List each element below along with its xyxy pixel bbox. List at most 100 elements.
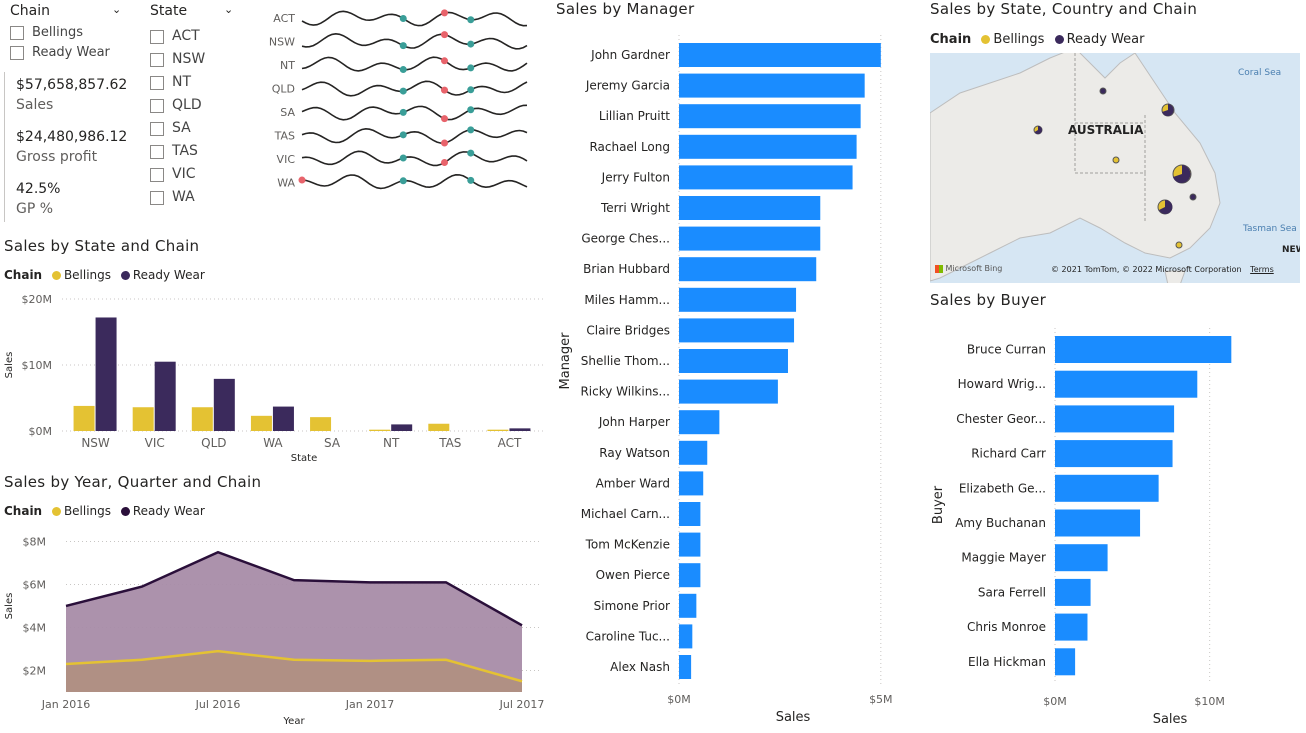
category-label: Howard Wrig... <box>958 377 1046 391</box>
map-coral-sea: Coral Sea <box>1238 68 1282 78</box>
quarter-chain-chart: $8M $6M $4M $2M Jan 2016 Jul 2016 Jan 2017 Jul … <box>4 535 544 727</box>
bar <box>1055 370 1198 398</box>
category-label: Brian Hubbard <box>583 262 670 276</box>
x-tick-label: NSW <box>81 436 110 450</box>
bar <box>1055 648 1076 676</box>
checkbox[interactable] <box>150 144 164 159</box>
map-pie-act <box>1189 193 1197 201</box>
x-tick-label: Jan 2017 <box>345 698 394 711</box>
checkbox[interactable] <box>10 45 24 60</box>
bar <box>1055 405 1175 433</box>
slicer-item-ready-wear[interactable]: Ready Wear <box>10 43 130 63</box>
sparkline <box>301 10 528 27</box>
slicer-item-qld[interactable]: QLD <box>150 94 250 117</box>
sparkline-low-marker <box>441 115 448 123</box>
sparkline <box>301 150 528 167</box>
legend-bellings: Bellings <box>993 32 1045 47</box>
slicer-item-label: NT <box>172 74 192 90</box>
checkbox[interactable] <box>150 75 164 90</box>
buyer-title: Sales by Buyer <box>930 291 1047 309</box>
checkbox[interactable] <box>150 121 164 136</box>
category-label: Ella Hickman <box>968 655 1046 669</box>
kpi-gp-label: Gross profit <box>16 149 98 165</box>
category-label: John Gardner <box>590 48 670 62</box>
sparkline <box>301 127 528 144</box>
chevron-down-icon[interactable]: ⌄ <box>224 3 233 16</box>
legend-bellings: Bellings <box>63 268 112 282</box>
slicer-item-tas[interactable]: TAS <box>150 140 250 163</box>
map-visual[interactable]: AUSTRALIA Coral Sea Tasman Sea NEW Micro… <box>930 53 1300 283</box>
checkbox[interactable] <box>10 25 24 40</box>
sparkline-high-marker <box>467 149 475 157</box>
bar <box>679 471 704 496</box>
bar <box>1055 440 1173 468</box>
legend-ready-wear: Ready Wear <box>132 268 205 282</box>
sparkline-label: NSW <box>269 36 295 49</box>
terms-link[interactable]: Terms <box>1250 265 1274 274</box>
slicer-item-nsw[interactable]: NSW <box>150 48 250 71</box>
checkbox[interactable] <box>150 98 164 113</box>
category-label: Richard Carr <box>971 447 1046 461</box>
x-tick-label: Jul 2016 <box>195 698 241 711</box>
category-label: Chester Geor... <box>956 412 1046 426</box>
bar-bellings <box>310 417 332 431</box>
state-slicer-title: State <box>150 3 188 19</box>
checkbox[interactable] <box>150 167 164 182</box>
legend-dot-ready-wear <box>1054 35 1064 44</box>
y-axis-title: Manager <box>558 332 573 390</box>
manager-title: Sales by Manager <box>556 0 695 18</box>
slicer-item-bellings[interactable]: Bellings <box>10 23 130 43</box>
sparkline-label: NT <box>280 59 295 72</box>
legend-dot-ready-wear <box>120 507 130 516</box>
manager-chart: $0M $5M John Gardner Jeremy Garcia Lillian P… <box>558 35 893 725</box>
category-label: Lillian Pruitt <box>599 109 670 123</box>
sparkline-high-marker <box>399 131 407 139</box>
checkbox[interactable] <box>150 190 164 205</box>
legend-ready-wear: Ready Wear <box>132 504 205 518</box>
slicer-item-act[interactable]: ACT <box>150 25 250 48</box>
bar-bellings <box>191 407 213 431</box>
slicer-item-vic[interactable]: VIC <box>150 163 250 186</box>
bar-ready-wear <box>391 424 413 431</box>
sparkline-high-marker <box>399 87 407 95</box>
bar-ready-wear <box>154 361 176 431</box>
bar-ready-wear <box>95 317 117 431</box>
category-label: Miles Hamm... <box>584 293 670 307</box>
sparkline-low-marker <box>441 159 448 167</box>
bar <box>679 287 797 312</box>
sparkline-low-marker <box>441 139 448 147</box>
x-axis-title: Sales <box>1153 712 1188 727</box>
checkbox[interactable] <box>150 52 164 67</box>
map-legend: Chain Bellings Ready Wear <box>930 32 1145 47</box>
slicer-item-nt[interactable]: NT <box>150 71 250 94</box>
bar <box>679 134 857 159</box>
sparkline-high-marker <box>399 177 407 185</box>
slicer-item-sa[interactable]: SA <box>150 117 250 140</box>
map-copyright: © 2021 TomTom, © 2022 Microsoft Corporat… <box>1051 265 1274 274</box>
legend-dot-bellings <box>51 271 61 280</box>
category-label: Claire Bridges <box>586 323 670 337</box>
sparkline-label: SA <box>280 106 295 119</box>
y-tick-label: $8M <box>23 535 47 548</box>
checkbox[interactable] <box>150 29 164 44</box>
bar <box>1055 544 1108 572</box>
slicer-item-wa[interactable]: WA <box>150 186 250 209</box>
sparkline-low-marker <box>441 31 448 39</box>
sparkline-high-marker <box>467 40 475 48</box>
bar <box>679 593 697 618</box>
kpi-gross-profit: $24,480,986.12 Gross profit <box>16 129 127 165</box>
kpi-sales-label: Sales <box>16 97 54 113</box>
category-label: Ricky Wilkins... <box>580 385 670 399</box>
bing-logo: Microsoft Bing <box>935 264 1002 273</box>
x-tick-label: Jan 2016 <box>41 698 90 711</box>
x-tick-label: WA <box>263 436 283 450</box>
slicer-item-label: VIC <box>172 166 196 182</box>
slicer-item-label: SA <box>172 120 191 136</box>
category-label: Amber Ward <box>596 476 670 490</box>
bar <box>679 410 720 435</box>
chevron-down-icon[interactable]: ⌄ <box>112 3 121 16</box>
map-pie-sa <box>1112 156 1120 164</box>
bar <box>679 655 692 679</box>
x-tick-label: SA <box>324 436 341 450</box>
sparkline-high-marker <box>399 66 407 74</box>
